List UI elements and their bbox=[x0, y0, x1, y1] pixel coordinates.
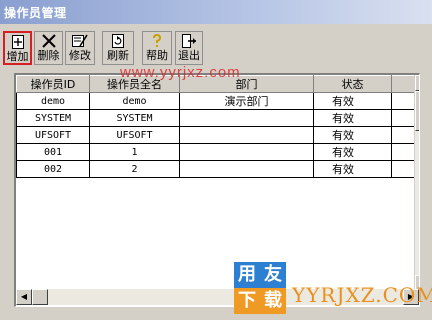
edit-label: 修改 bbox=[69, 49, 91, 62]
cell-dept bbox=[179, 126, 314, 144]
column-header-status[interactable]: 状态 bbox=[313, 75, 392, 93]
add-icon bbox=[11, 35, 24, 49]
column-header-id[interactable]: 操作员ID bbox=[16, 75, 90, 93]
operator-grid[interactable]: 操作员ID 操作员全名 部门 状态 I demo demo 演示部门 有效 **… bbox=[14, 73, 420, 307]
cell-dept bbox=[179, 109, 314, 127]
table-row[interactable]: 002 2 有效 ** bbox=[16, 160, 419, 178]
operator-table: 操作员ID 操作员全名 部门 状态 I demo demo 演示部门 有效 **… bbox=[16, 75, 419, 178]
cell-dept: 演示部门 bbox=[179, 92, 314, 110]
cell-name: 2 bbox=[89, 160, 180, 178]
watermark-site: YYRJXZ.COM bbox=[292, 283, 432, 307]
vertical-scrollbar[interactable]: ▲ ▼ bbox=[414, 75, 419, 291]
cell-name: SYSTEM bbox=[89, 109, 180, 127]
logo-char: 友 bbox=[260, 262, 286, 288]
exit-label: 退出 bbox=[178, 49, 200, 62]
table-row[interactable]: UFSOFT UFSOFT 有效 ** bbox=[16, 126, 419, 144]
cell-id: UFSOFT bbox=[16, 126, 90, 144]
watermark-logo: 用 友 下 载 bbox=[234, 262, 286, 314]
table-row[interactable]: SYSTEM SYSTEM 有效 ** bbox=[16, 109, 419, 127]
logo-char: 载 bbox=[260, 288, 286, 314]
logo-char: 用 bbox=[234, 262, 260, 288]
window-title: 操作员管理 bbox=[4, 6, 67, 20]
exit-icon bbox=[182, 34, 196, 48]
help-icon bbox=[153, 34, 162, 47]
delete-button[interactable]: 删除 bbox=[34, 31, 63, 65]
add-button[interactable]: 增加 bbox=[3, 31, 32, 65]
cell-status: 有效 bbox=[313, 143, 392, 161]
refresh-label: 刷新 bbox=[107, 49, 129, 62]
horizontal-scroll-thumb[interactable] bbox=[32, 289, 48, 305]
cell-status: 有效 bbox=[313, 109, 392, 127]
refresh-icon bbox=[112, 34, 124, 48]
cell-id: 002 bbox=[16, 160, 90, 178]
watermark-url: www.yyrjxz.com bbox=[120, 64, 241, 81]
help-button[interactable]: 帮助 bbox=[142, 31, 172, 65]
logo-char: 下 bbox=[234, 288, 260, 314]
cell-dept bbox=[179, 143, 314, 161]
edit-button[interactable]: 修改 bbox=[65, 31, 95, 65]
exit-button[interactable]: 退出 bbox=[175, 31, 203, 65]
cell-name: UFSOFT bbox=[89, 126, 180, 144]
delete-icon bbox=[41, 34, 56, 48]
vertical-scroll-thumb[interactable] bbox=[415, 91, 419, 131]
window-right-edge bbox=[421, 24, 432, 320]
scroll-left-button[interactable]: ◀ bbox=[16, 289, 32, 305]
cell-id: SYSTEM bbox=[16, 109, 90, 127]
cell-name: demo bbox=[89, 92, 180, 110]
cell-id: 001 bbox=[16, 143, 90, 161]
help-label: 帮助 bbox=[146, 49, 168, 62]
cell-name: 1 bbox=[89, 143, 180, 161]
cell-dept bbox=[179, 160, 314, 178]
scroll-up-button[interactable]: ▲ bbox=[415, 75, 419, 91]
table-row[interactable]: 001 1 有效 ** bbox=[16, 143, 419, 161]
table-row[interactable]: demo demo 演示部门 有效 ** bbox=[16, 92, 419, 110]
delete-label: 删除 bbox=[37, 49, 60, 62]
title-bar: 操作员管理 bbox=[0, 0, 432, 24]
cell-status: 有效 bbox=[313, 92, 392, 110]
cell-status: 有效 bbox=[313, 126, 392, 144]
cell-id: demo bbox=[16, 92, 90, 110]
refresh-button[interactable]: 刷新 bbox=[102, 31, 134, 65]
cell-status: 有效 bbox=[313, 160, 392, 178]
add-label: 增加 bbox=[6, 50, 29, 63]
edit-icon bbox=[72, 34, 88, 47]
